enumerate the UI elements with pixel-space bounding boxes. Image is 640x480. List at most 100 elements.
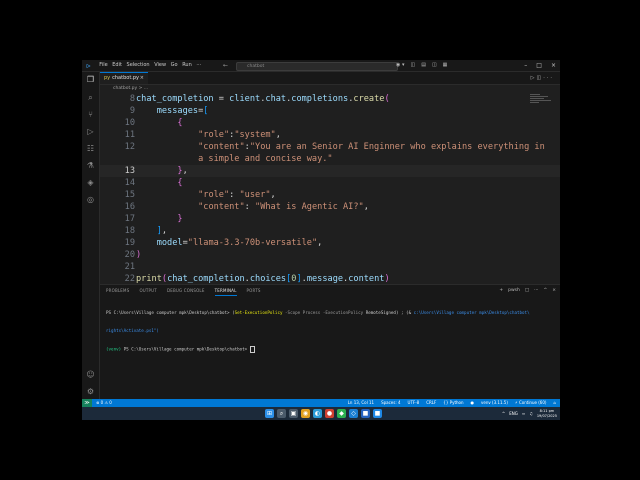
code-token: "llama-3.3-70b-versatile"	[187, 238, 318, 248]
account-icon[interactable]: ☺	[85, 369, 96, 380]
command-center-search[interactable]: chatbot	[236, 62, 398, 71]
menu-item-go[interactable]: Go	[168, 60, 180, 71]
code-line[interactable]: 9 messages=[	[100, 105, 560, 117]
close-window-icon[interactable]: ×	[551, 60, 556, 71]
customize-layout-icon[interactable]: ▦	[443, 60, 448, 71]
vscode-taskbar-icon[interactable]: ◇	[349, 409, 358, 418]
code-line[interactable]: 13 },	[100, 165, 560, 177]
continue-status[interactable]: ⚡ Continue (60)	[515, 399, 547, 407]
files-icon[interactable]: ❐	[85, 74, 96, 85]
close-panel-icon[interactable]: ×	[552, 287, 556, 295]
maximize-panel-icon[interactable]: ^	[543, 287, 547, 295]
language-mode[interactable]: {} Python	[443, 399, 463, 407]
volume-icon[interactable]: ♫	[529, 407, 533, 420]
terminal-profile-label[interactable]: pwsh	[508, 287, 520, 295]
code-line[interactable]: 11 "role":"system",	[100, 129, 560, 141]
menu-item-selection[interactable]: Selection	[124, 60, 152, 71]
language-indicator[interactable]: ENG	[509, 407, 518, 420]
line-number: 8	[129, 94, 135, 104]
edge-icon[interactable]: ◐	[313, 409, 322, 418]
tab-ports[interactable]: PORTS	[247, 287, 261, 296]
menu-item-edit[interactable]: Edit	[110, 60, 124, 71]
code-line[interactable]: 15 "role": "user",	[100, 189, 560, 201]
code-line[interactable]: 19 model="llama-3.3-70b-versatile",	[100, 237, 560, 249]
search-icon[interactable]: ⌕	[85, 92, 96, 103]
code-line[interactable]: 17 }	[100, 213, 560, 225]
code-token: "content"	[198, 142, 245, 152]
menu-item-view[interactable]: View	[152, 60, 168, 71]
code-token: (	[384, 94, 390, 104]
code-token: ,	[161, 226, 168, 236]
tab-debug-console[interactable]: DEBUG CONSOLE	[167, 287, 205, 296]
window-controls: – □ ×	[524, 60, 556, 71]
more-icon[interactable]: ···	[534, 287, 538, 295]
testing-icon[interactable]: ⚗	[85, 160, 96, 171]
code-token: "role"	[198, 190, 230, 200]
cursor-position[interactable]: Ln 13, Col 11	[348, 399, 374, 407]
code-line[interactable]: 14 {	[100, 177, 560, 189]
python-interpreter[interactable]: venv (3.11.5)	[481, 399, 508, 407]
toggle-sidebar-icon[interactable]: ◫	[410, 60, 415, 71]
code-line[interactable]: 10 {	[100, 117, 560, 129]
code-token: completions	[291, 94, 349, 104]
menu-item-file[interactable]: File	[97, 60, 110, 71]
chrome-icon[interactable]: ●	[325, 409, 334, 418]
copilot-icon[interactable]: ◉ ▾	[396, 60, 404, 71]
app-icon[interactable]: ◆	[337, 409, 346, 418]
notifications-icon[interactable]: ⌂	[553, 399, 556, 407]
code-line[interactable]: 16 "content": "What is Agentic AI?",	[100, 201, 560, 213]
problems-status[interactable]: ⊗ 0 ⚠ 0	[96, 399, 112, 407]
app-icon-2[interactable]: ■	[373, 409, 382, 418]
code-line[interactable]: 12 "content":"You are an Senior AI Engin…	[100, 141, 560, 153]
maximize-icon[interactable]: □	[536, 60, 542, 71]
file-explorer-icon[interactable]: ◉	[301, 409, 310, 418]
source-control-icon[interactable]: ⑂	[85, 109, 96, 120]
menu-item-run[interactable]: Run	[180, 60, 194, 71]
code-line[interactable]: 18 ],	[100, 225, 560, 237]
minimize-icon[interactable]: –	[524, 60, 527, 71]
tab-terminal[interactable]: TERMINAL	[214, 287, 237, 296]
tab-chatbot-py[interactable]: py chatbot.py ×	[100, 72, 148, 84]
remote-indicator-icon[interactable]: ≫	[82, 399, 92, 407]
code-token: message	[306, 274, 344, 283]
terminal-prompt: PS C:\Users\Village computer mpk\Desktop…	[106, 310, 233, 315]
code-line[interactable]: 20)	[100, 249, 560, 261]
code-line[interactable]: 22 print(chat_completion.choices[0].messa…	[100, 273, 560, 283]
toggle-secondary-sidebar-icon[interactable]: ◫	[432, 60, 437, 71]
taskbar-search-icon[interactable]: ⌕	[277, 409, 286, 418]
settings-icon[interactable]: ⚙	[85, 386, 96, 397]
encoding[interactable]: UTF-8	[408, 399, 420, 407]
wifi-icon[interactable]: ≈	[522, 407, 525, 420]
code-token: =	[218, 94, 230, 104]
terminal-output[interactable]: PS C:\Users\Village computer mpk\Desktop…	[106, 298, 558, 365]
run-debug-icon[interactable]: ▷	[85, 126, 96, 137]
tab-problems[interactable]: PROBLEMS	[106, 287, 129, 296]
remote-explorer-icon[interactable]: ◎	[85, 194, 96, 205]
code-line[interactable]: 21	[100, 261, 560, 273]
indentation[interactable]: Spaces: 4	[381, 399, 400, 407]
store-icon[interactable]: ■	[361, 409, 370, 418]
menu-item-[interactable]: ···	[194, 60, 203, 71]
new-terminal-icon[interactable]: +	[499, 287, 503, 295]
start-button[interactable]: ⊞	[265, 409, 274, 418]
extensions-icon[interactable]: ☷	[85, 143, 96, 154]
more-actions-icon[interactable]: ···	[543, 75, 554, 81]
clock[interactable]: 8:11 pm 19/07/2025	[537, 409, 557, 420]
terminal-path-cont: rights\Activate.ps1")	[106, 328, 159, 333]
tab-close-icon[interactable]: ×	[140, 73, 144, 84]
tab-output[interactable]: OUTPUT	[139, 287, 157, 296]
toggle-panel-icon[interactable]: ▤	[421, 60, 426, 71]
clock-date: 19/07/2025	[536, 413, 557, 418]
tray-chevron-icon[interactable]: ^	[502, 407, 505, 420]
breadcrumb[interactable]: chatbot.py > ...	[100, 84, 148, 93]
code-line[interactable]: 8 chat_completion = client.chat.completio…	[100, 93, 560, 105]
code-editor[interactable]: 8 chat_completion = client.chat.completio…	[100, 93, 560, 283]
line-ending[interactable]: CRLF	[426, 399, 436, 407]
python-icon[interactable]: ◈	[85, 177, 96, 188]
code-token: a simple and concise way."	[136, 154, 333, 164]
split-terminal-icon[interactable]: □	[525, 287, 529, 295]
code-token: }	[136, 166, 183, 176]
task-view-icon[interactable]: ▣	[289, 409, 298, 418]
copilot-status[interactable]: ●	[471, 399, 475, 407]
code-line[interactable]: a simple and concise way."	[100, 153, 560, 165]
